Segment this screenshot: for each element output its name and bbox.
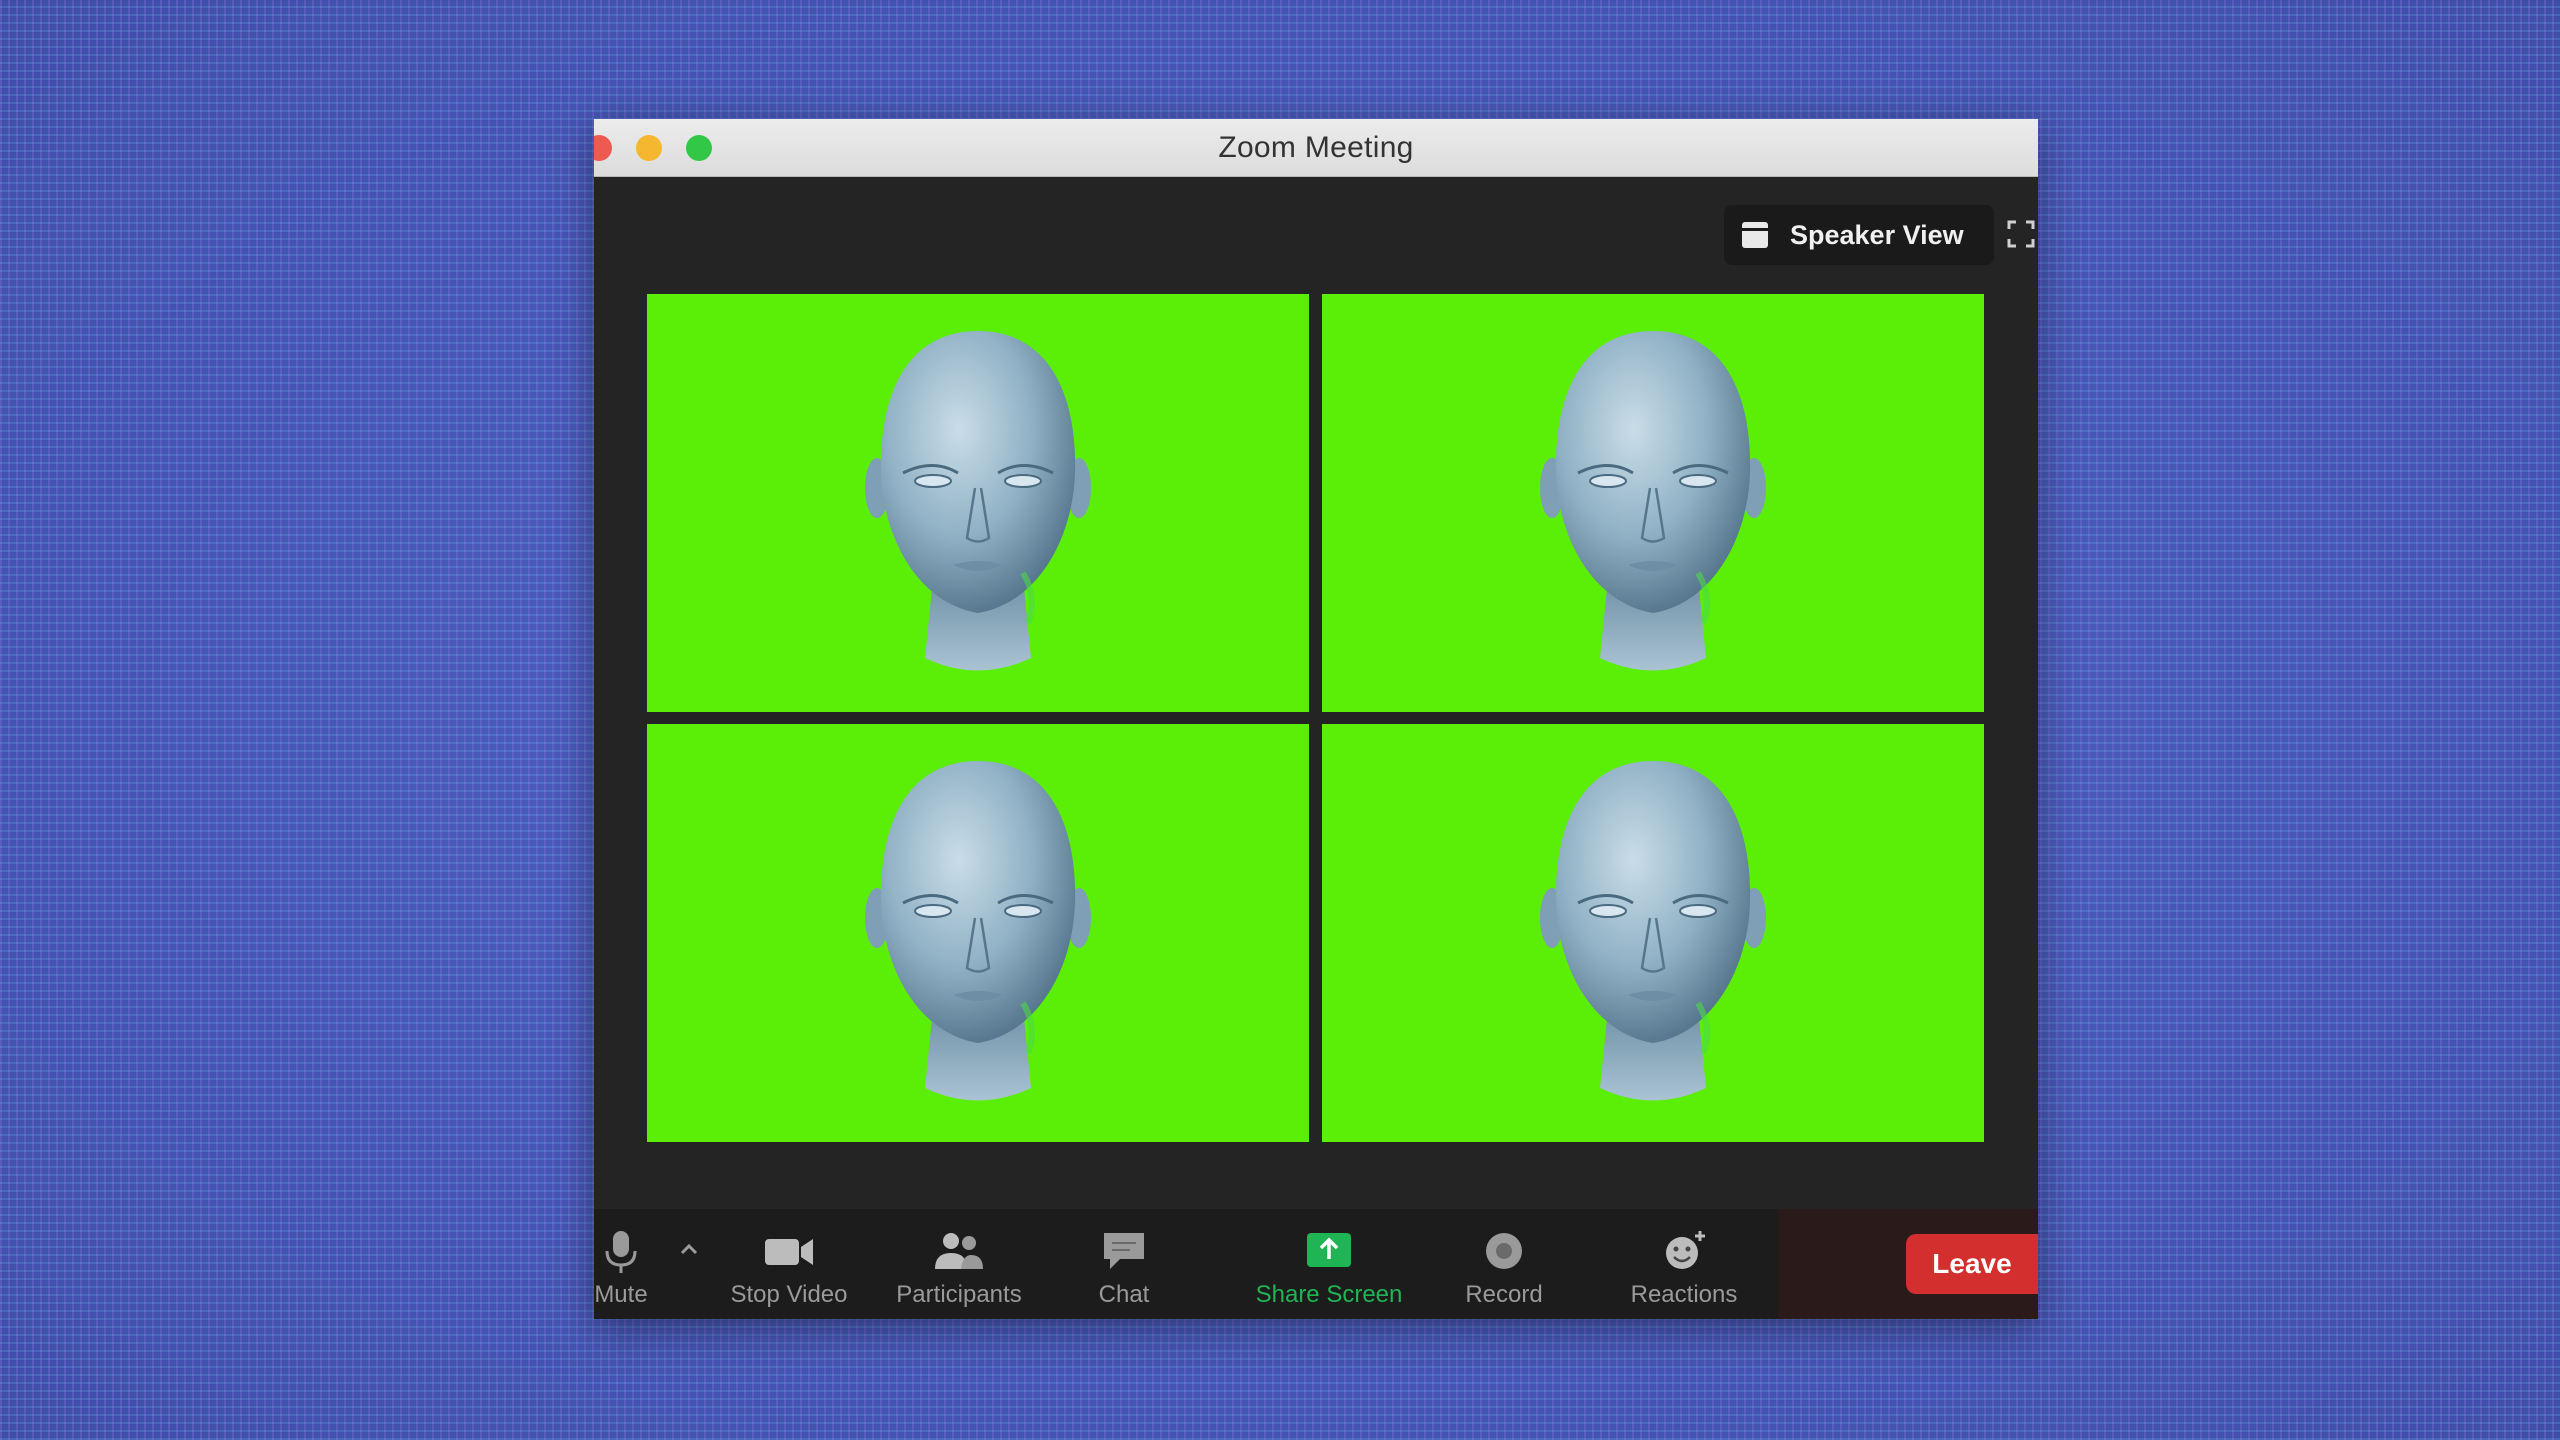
audio-options-button[interactable] [674, 1209, 704, 1319]
stop-video-label: Stop Video [730, 1281, 848, 1308]
share-screen-label: Share Screen [1255, 1281, 1403, 1308]
fullscreen-icon[interactable] [2006, 219, 2036, 249]
zoom-window: Zoom Meeting Speaker View Mute Stop Vide… [594, 119, 2038, 1319]
leave-area: Leave [1778, 1209, 2038, 1319]
reactions-label: Reactions [1630, 1281, 1738, 1308]
participant-video-tile[interactable] [1322, 294, 1984, 712]
caret-up-icon [680, 1243, 698, 1255]
chat-icon [1104, 1233, 1144, 1269]
participants-label: Participants [896, 1281, 1022, 1308]
stop-video-button[interactable]: Stop Video [714, 1209, 864, 1319]
avatar-head [1538, 323, 1768, 683]
mute-button[interactable]: Mute [594, 1209, 656, 1319]
record-button[interactable]: Record [1454, 1209, 1554, 1319]
microphone-icon [605, 1231, 637, 1273]
meeting-toolbar: Mute Stop Video Participants Chat Share … [594, 1209, 2038, 1319]
share-screen-icon [1307, 1233, 1351, 1267]
mute-label: Mute [594, 1281, 648, 1308]
speaker-view-icon [1742, 222, 1768, 248]
avatar-head [1538, 753, 1768, 1113]
record-label: Record [1465, 1281, 1543, 1308]
video-camera-icon [765, 1239, 813, 1265]
participants-button[interactable]: Participants [884, 1209, 1034, 1319]
participant-video-tile[interactable] [647, 294, 1309, 712]
reactions-button[interactable]: Reactions [1614, 1209, 1754, 1319]
record-icon [1486, 1233, 1522, 1269]
chat-button[interactable]: Chat [1084, 1209, 1164, 1319]
avatar-head [863, 753, 1093, 1113]
avatar-head [863, 323, 1093, 683]
participant-video-tile[interactable] [647, 724, 1309, 1142]
leave-button[interactable]: Leave [1906, 1234, 2038, 1294]
participants-icon [935, 1233, 983, 1269]
speaker-view-button[interactable]: Speaker View [1724, 205, 1994, 265]
chat-label: Chat [1098, 1281, 1150, 1308]
window-title: Zoom Meeting [1218, 131, 1414, 164]
share-screen-button[interactable]: Share Screen [1234, 1209, 1424, 1319]
participant-video-tile[interactable] [1322, 724, 1984, 1142]
reactions-icon [1666, 1231, 1705, 1269]
video-grid [647, 294, 1984, 1270]
title-bar: Zoom Meeting [594, 119, 2038, 177]
speaker-view-label: Speaker View [1790, 219, 1964, 250]
